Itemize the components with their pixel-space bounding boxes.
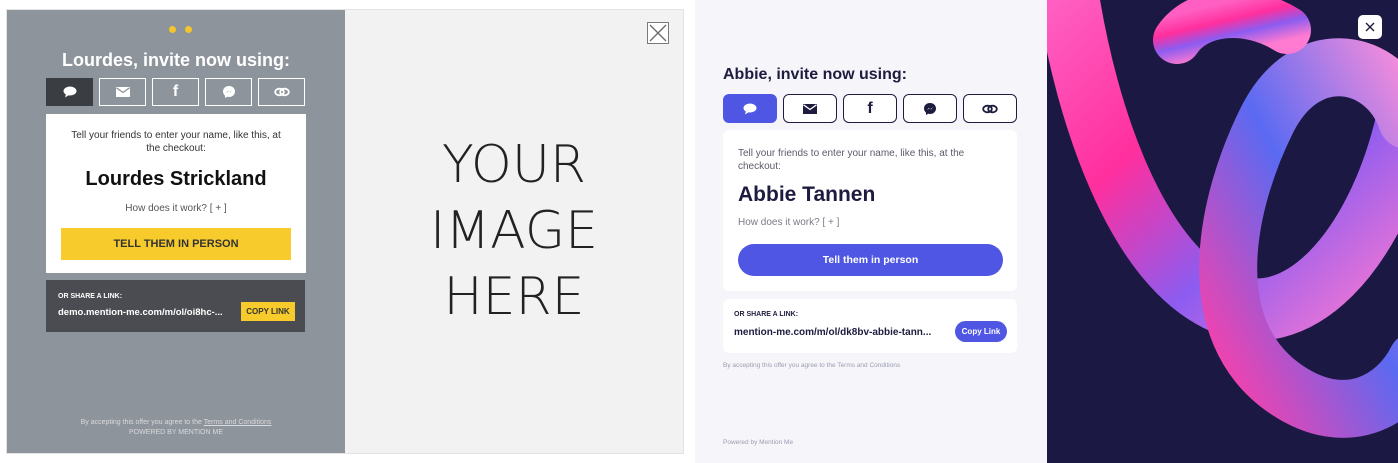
share-link-url[interactable]: mention-me.com/m/ol/dk8bv-abbie-tann...: [734, 327, 931, 338]
image-placeholder-text: YOUR IMAGE HERE: [345, 132, 683, 330]
tell-in-person-button[interactable]: TELL THEM IN PERSON: [61, 228, 291, 260]
carousel-dots: [169, 26, 192, 33]
copy-link-button[interactable]: Copy Link: [955, 321, 1007, 342]
facebook-share-button[interactable]: f: [152, 78, 199, 106]
close-icon: [649, 24, 667, 42]
powered-by: POWERED BY MENTION ME: [129, 429, 223, 436]
facebook-share-button[interactable]: f: [843, 94, 897, 123]
facebook-icon: f: [867, 99, 873, 117]
terms-prefix: By accepting this offer you agree to the: [80, 419, 204, 426]
link-share-button[interactable]: [258, 78, 305, 106]
link-share-button[interactable]: [963, 94, 1017, 123]
share-link-box: OR SHARE A LINK: mention-me.com/m/ol/dk8…: [723, 299, 1017, 353]
referrer-name: Lourdes Strickland: [85, 168, 267, 190]
copy-link-button[interactable]: COPY LINK: [241, 302, 295, 321]
messenger-icon: [924, 102, 936, 115]
share-link-url[interactable]: demo.mention-me.com/m/ol/oi8hc-...: [58, 307, 223, 318]
image-placeholder: YOUR IMAGE HERE: [345, 10, 683, 453]
referral-name-card: Tell your friends to enter your name, li…: [723, 130, 1017, 291]
left-referral-widget: Lourdes, invite now using: f Tell your f…: [0, 0, 690, 463]
messenger-icon: [222, 86, 235, 98]
image-placeholder-line: YOUR: [441, 135, 587, 195]
tell-in-person-button[interactable]: Tell them in person: [738, 244, 1003, 276]
powered-by: Powered by Mention Me: [723, 439, 794, 446]
right-referral-widget: Abbie, invite now using: f Tell your fri…: [695, 0, 1398, 463]
messenger-share-button[interactable]: [205, 78, 252, 106]
decorative-artwork: [1047, 0, 1398, 463]
close-button[interactable]: [1358, 15, 1382, 39]
chat-bubble-icon: [63, 86, 76, 98]
share-method-tabs: f: [723, 94, 1017, 123]
left-referral-panel: Lourdes, invite now using: f Tell your f…: [7, 10, 345, 453]
share-method-tabs: f: [46, 78, 305, 106]
chain-link-icon: [273, 87, 290, 97]
sms-share-button[interactable]: [46, 78, 93, 106]
email-share-button[interactable]: [99, 78, 146, 106]
how-it-works-toggle[interactable]: How does it work? [ + ]: [46, 203, 306, 214]
share-link-box: OR SHARE A LINK: demo.mention-me.com/m/o…: [46, 280, 305, 332]
close-button[interactable]: [647, 22, 669, 44]
envelope-icon: [803, 103, 817, 114]
terms-link[interactable]: Terms and Conditions: [204, 419, 272, 426]
email-share-button[interactable]: [783, 94, 837, 123]
chat-bubble-icon: [743, 103, 757, 114]
referral-name-card: Tell your friends to enter your name, li…: [46, 114, 306, 273]
instruction-text: Tell your friends to enter your name, li…: [71, 130, 281, 154]
invite-title: Abbie, invite now using:: [723, 66, 907, 83]
referrer-name: Abbie Tannen: [738, 183, 876, 206]
abstract-ribbon-illustration: [1047, 0, 1398, 438]
terms-text: By accepting this offer you agree to the…: [723, 362, 901, 369]
image-placeholder-line: IMAGE: [429, 201, 598, 261]
image-placeholder-line: HERE: [443, 267, 585, 327]
messenger-share-button[interactable]: [903, 94, 957, 123]
envelope-icon: [115, 87, 130, 97]
share-link-label: OR SHARE A LINK:: [734, 311, 799, 318]
sms-share-button[interactable]: [723, 94, 777, 123]
chain-link-icon: [982, 104, 998, 113]
share-link-label: OR SHARE A LINK:: [58, 293, 123, 300]
invite-title: Lourdes, invite now using:: [61, 50, 290, 70]
instruction-text: Tell your friends to enter your name, li…: [738, 148, 965, 172]
how-it-works-toggle[interactable]: How does it work? [ + ]: [738, 217, 839, 228]
close-icon: [1365, 22, 1375, 32]
facebook-icon: f: [172, 83, 179, 100]
terms-footer: By accepting this offer you agree to the…: [7, 418, 345, 438]
